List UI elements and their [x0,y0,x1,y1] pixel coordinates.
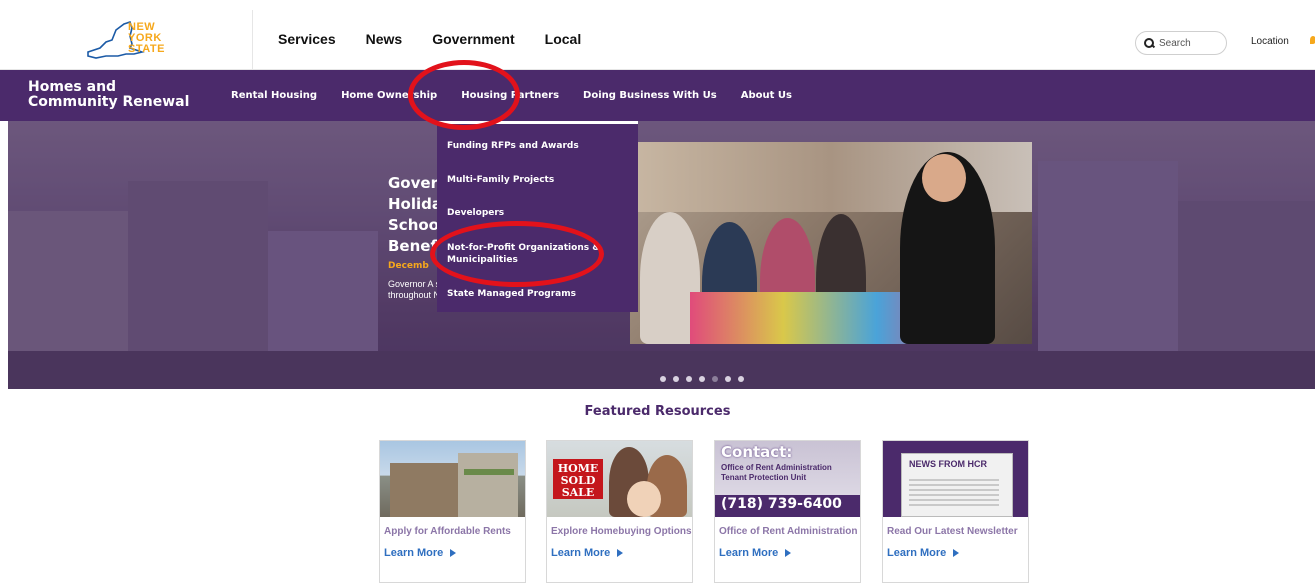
carousel-dot-active[interactable] [712,376,718,382]
nys-logo[interactable]: NEW YORK STATE [0,10,253,70]
card-image-newsletter: NEWS FROM HCR [883,441,1028,517]
hero-photo[interactable] [630,142,1032,344]
hero-headline-line: Holida [388,195,443,213]
hero-headline-line: Benef [388,237,437,255]
newspaper-lines [909,479,999,509]
agency-title[interactable]: Homes and Community Renewal [28,80,208,110]
contact-heading: Contact: [721,443,793,461]
global-header: NEW YORK STATE Services News Government … [0,0,1315,70]
carousel-dot[interactable] [673,376,679,382]
card-learn-more-link[interactable]: Learn More [887,547,960,559]
agency-nav: Rental Housing Home Ownership Housing Pa… [231,90,816,101]
sign-shape: HOME SOLD SALE [553,459,603,499]
learn-more-label: Learn More [551,547,611,559]
dropdown-item-developers[interactable]: Developers [447,207,632,219]
card-image-apartments [380,441,525,517]
learn-more-label: Learn More [887,547,947,559]
nys-logo-text: NEW YORK STATE [128,22,165,55]
hero-headline-line: Gover [388,174,438,192]
agency-nav-housing-partners[interactable]: Housing Partners [461,90,559,101]
featured-card-affordable-rents[interactable]: Apply for Affordable Rents Learn More [379,440,526,583]
dropdown-item-funding-rfps[interactable]: Funding RFPs and Awards [447,140,632,152]
arrow-right-icon [617,549,624,558]
learn-more-label: Learn More [384,547,444,559]
housing-partners-dropdown: Funding RFPs and Awards Multi-Family Pro… [437,121,638,312]
global-nav: Services News Government Local [278,31,611,47]
global-nav-news[interactable]: News [366,31,403,47]
card-learn-more-link[interactable]: Learn More [719,547,792,559]
card-title: Apply for Affordable Rents [384,526,511,537]
agency-nav-bar: Homes and Community Renewal Rental Housi… [0,70,1315,121]
contact-phone: (718) 739-6400 [721,496,842,512]
contact-line1: Office of Rent Administration [721,463,832,472]
agency-nav-about-us[interactable]: About Us [741,90,792,101]
search-icon[interactable] [1144,38,1154,48]
carousel-dot[interactable] [660,376,666,382]
global-nav-services[interactable]: Services [278,31,336,47]
sign-text: HOME SOLD SALE [557,462,599,499]
hero-headline-line: Schoo [388,216,439,234]
card-title: Office of Rent Administration [719,526,858,537]
logo-line-state: STATE [128,43,165,55]
newspaper-title: NEWS FROM HCR [909,459,987,469]
featured-card-newsletter[interactable]: NEWS FROM HCR Read Our Latest Newsletter… [882,440,1029,583]
card-title: Read Our Latest Newsletter [887,526,1018,537]
location-link[interactable]: Location [1251,36,1289,47]
photo-person-face [922,154,966,202]
card-learn-more-link[interactable]: Learn More [384,547,457,559]
agency-nav-doing-business[interactable]: Doing Business With Us [583,90,717,101]
carousel-dots [660,376,744,382]
contact-line2: Tenant Protection Unit [721,473,807,482]
carousel-dot[interactable] [725,376,731,382]
carousel-dot[interactable] [699,376,705,382]
carousel-dot[interactable] [738,376,744,382]
featured-card-homebuying[interactable]: HOME SOLD SALE Explore Homebuying Option… [546,440,693,583]
search-input[interactable] [1159,37,1219,49]
featured-resources-title: Featured Resources [584,404,731,419]
person-shape [627,481,661,517]
building-shape [464,469,514,475]
agency-nav-rental-housing[interactable]: Rental Housing [231,90,317,101]
global-nav-local[interactable]: Local [545,31,582,47]
arrow-right-icon [785,549,792,558]
featured-card-rent-admin[interactable]: Contact: Office of Rent Administration T… [714,440,861,583]
learn-more-label: Learn More [719,547,779,559]
card-image-family: HOME SOLD SALE [547,441,692,517]
dropdown-item-not-for-profit[interactable]: Not-for-Profit Organizations & Municipal… [447,242,632,266]
card-learn-more-link[interactable]: Learn More [551,547,624,559]
building-shape [458,453,518,517]
dropdown-item-state-managed[interactable]: State Managed Programs [447,288,632,300]
location-pin-icon[interactable] [1310,36,1315,44]
global-nav-government[interactable]: Government [432,31,514,47]
building-shape [390,463,460,517]
hero-carousel: Gover Holida Schoo Benef Decemb Governor… [8,121,1315,389]
dropdown-item-multi-family[interactable]: Multi-Family Projects [447,174,632,186]
card-image-contact: Contact: Office of Rent Administration T… [715,441,860,517]
arrow-right-icon [953,549,960,558]
arrow-right-icon [450,549,457,558]
card-title: Explore Homebuying Options [551,526,692,537]
carousel-dot[interactable] [686,376,692,382]
search-box[interactable] [1135,31,1227,55]
agency-nav-home-ownership[interactable]: Home Ownership [341,90,437,101]
